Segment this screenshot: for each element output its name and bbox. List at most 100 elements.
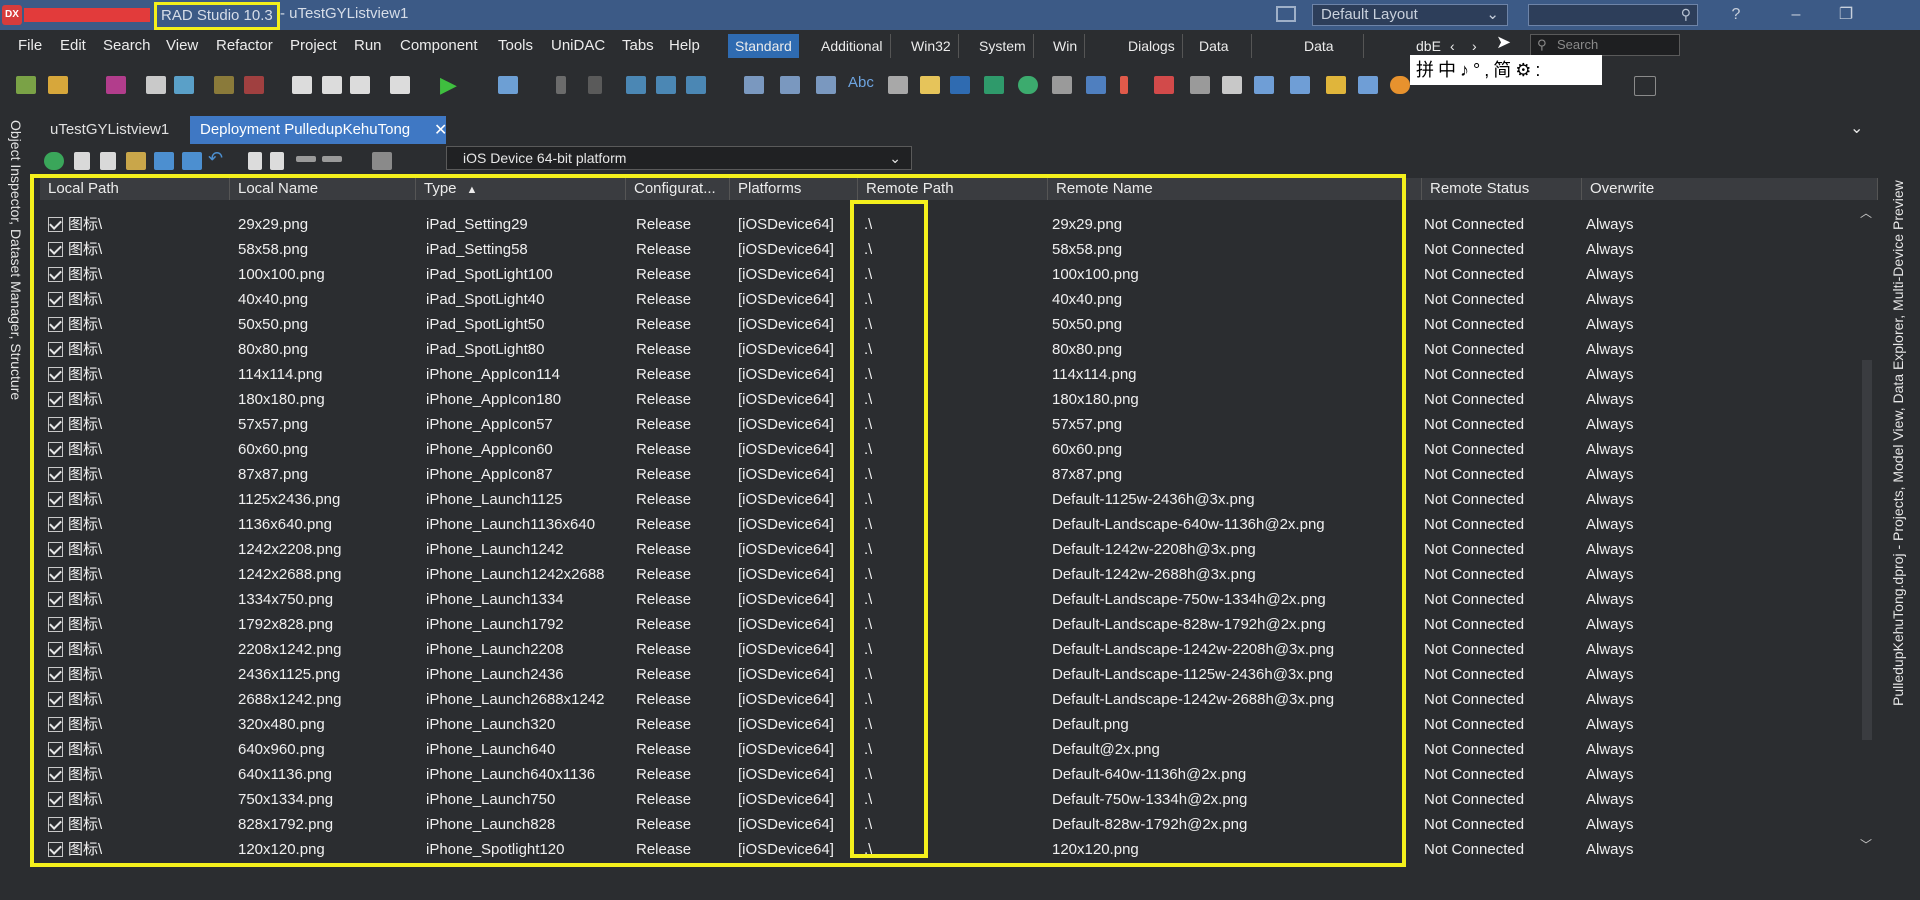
scroll-thumb[interactable] xyxy=(1862,360,1872,740)
help-button[interactable]: ? xyxy=(1716,4,1756,26)
row-checkbox[interactable] xyxy=(48,842,63,857)
save-all-icon[interactable] xyxy=(146,76,166,94)
palette-tab-data-access[interactable]: Data Access xyxy=(1192,34,1253,78)
col-overwrite[interactable]: Overwrite xyxy=(1582,178,1878,200)
row-checkbox[interactable] xyxy=(48,392,63,407)
row-checkbox[interactable] xyxy=(48,317,63,332)
menu-project[interactable]: Project xyxy=(290,30,337,62)
tab-utestgylistview1[interactable]: uTestGYListview1 xyxy=(40,116,179,144)
palette-tab-system[interactable]: System xyxy=(972,34,1034,58)
restore-button[interactable]: ❐ xyxy=(1826,4,1866,26)
radiobutton-component-icon[interactable] xyxy=(1018,76,1038,94)
ide-search-input[interactable]: ⚲ xyxy=(1528,4,1698,26)
table-row[interactable]: 图标\ 640x960.png iPhone_Launch640 Release [iO… xyxy=(40,737,1878,762)
run-icon[interactable]: ▶ xyxy=(440,72,457,98)
col-remote-status[interactable]: Remote Status xyxy=(1422,178,1582,200)
table-row[interactable]: 图标\ 100x100.png iPad_SpotLight100 Release [i… xyxy=(40,262,1878,287)
web-component-icon[interactable] xyxy=(1390,76,1410,94)
add-featured-files-icon[interactable] xyxy=(100,152,116,170)
checkbox-component-icon[interactable] xyxy=(984,76,1004,94)
cursor-component-icon[interactable] xyxy=(1326,76,1346,94)
open-icon[interactable] xyxy=(48,76,68,94)
col-type[interactable]: Type ▲ xyxy=(416,178,626,200)
palette-tab-win32[interactable]: Win32 xyxy=(904,34,959,58)
popupmenu-component-icon[interactable] xyxy=(816,76,836,94)
menu-run[interactable]: Run xyxy=(354,30,382,62)
col-remote-name[interactable]: Remote Name xyxy=(1048,178,1422,200)
toggle-form-unit-icon[interactable] xyxy=(322,76,342,94)
row-checkbox[interactable] xyxy=(48,542,63,557)
datasource-component-icon[interactable] xyxy=(1290,76,1310,94)
view-form-icon[interactable] xyxy=(350,76,370,94)
palette-tab-data-controls[interactable]: Data Controls xyxy=(1297,34,1365,78)
table-row[interactable]: 图标\ 1242x2208.png iPhone_Launch1242 Release… xyxy=(40,537,1878,562)
expand-icon[interactable] xyxy=(322,156,342,162)
table-row[interactable]: 图标\ 828x1792.png iPhone_Launch828 Release [i… xyxy=(40,812,1878,837)
table-row[interactable]: 图标\ 114x114.png iPhone_AppIcon114 Release [i… xyxy=(40,362,1878,387)
table-row[interactable]: 图标\ 1792x828.png iPhone_Launch1792 Release [… xyxy=(40,612,1878,637)
left-panel-label[interactable]: Object Inspector, Dataset Manager, Struc… xyxy=(4,120,24,420)
groupbox-component-icon[interactable] xyxy=(1154,76,1174,94)
table-row[interactable]: 图标\ 120x120.png iPhone_Spotlight120 Release… xyxy=(40,837,1878,862)
table-row[interactable]: 图标\ 2436x1125.png iPhone_Launch2436 Release… xyxy=(40,662,1878,687)
table-row[interactable]: 图标\ 2688x1242.png iPhone_Launch2688x1242 Re… xyxy=(40,687,1878,712)
row-checkbox[interactable] xyxy=(48,292,63,307)
panel-component-icon[interactable] xyxy=(1222,76,1242,94)
table-row[interactable]: 图标\ 1242x2688.png iPhone_Launch1242x2688 Re… xyxy=(40,562,1878,587)
row-checkbox[interactable] xyxy=(48,217,63,232)
menu-tools[interactable]: Tools xyxy=(498,30,533,62)
row-checkbox[interactable] xyxy=(48,517,63,532)
remote-status-icon[interactable] xyxy=(182,152,202,170)
col-local-name[interactable]: Local Name xyxy=(230,178,416,200)
add-to-project-icon[interactable] xyxy=(214,76,234,94)
extra-component-icon[interactable] xyxy=(1634,76,1656,96)
memo-component-icon[interactable] xyxy=(920,76,940,94)
menu-component[interactable]: Component xyxy=(400,30,478,62)
row-checkbox[interactable] xyxy=(48,792,63,807)
listbox-component-icon[interactable] xyxy=(1052,76,1072,94)
table-row[interactable]: 图标\ 1125x2436.png iPhone_Launch1125 Release… xyxy=(40,487,1878,512)
row-checkbox[interactable] xyxy=(48,767,63,782)
close-tab-icon[interactable]: ✕ xyxy=(434,120,447,140)
row-checkbox[interactable] xyxy=(48,667,63,682)
scroll-down-icon[interactable]: ﹀ xyxy=(1860,836,1872,853)
col-remote-path[interactable]: Remote Path xyxy=(858,178,1048,200)
palette-search-input[interactable]: ⚲ Search xyxy=(1530,34,1680,56)
row-checkbox[interactable] xyxy=(48,417,63,432)
combobox-component-icon[interactable] xyxy=(1086,76,1106,94)
scroll-up-icon[interactable]: ︿ xyxy=(1860,204,1872,221)
scrollbar-component-icon[interactable] xyxy=(1120,76,1128,94)
run-without-debug-icon[interactable] xyxy=(498,76,518,94)
row-checkbox[interactable] xyxy=(48,817,63,832)
stop-icon[interactable] xyxy=(588,76,602,94)
table-row[interactable]: 图标\ 640x1136.png iPhone_Launch640x1136 Rele… xyxy=(40,762,1878,787)
table-row[interactable]: 图标\ 50x50.png iPad_SpotLight50 Release [iOSD… xyxy=(40,312,1878,337)
table-row[interactable]: 图标\ 29x29.png iPad_Setting29 Release [iOSDev… xyxy=(40,212,1878,237)
row-checkbox[interactable] xyxy=(48,367,63,382)
row-checkbox[interactable] xyxy=(48,642,63,657)
menu-file[interactable]: File xyxy=(18,30,42,62)
view-unit-icon[interactable] xyxy=(390,76,410,94)
platform-selector[interactable]: iOS Device 64-bit platform ⌄ xyxy=(446,146,912,170)
revert-icon[interactable]: ↶ xyxy=(208,148,223,169)
radiogroup-component-icon[interactable] xyxy=(1190,76,1210,94)
menu-search[interactable]: Search xyxy=(103,30,151,62)
ime-toolbar[interactable]: 拼中♪°,简⚙: xyxy=(1410,55,1602,85)
menu-unidac[interactable]: UniDAC xyxy=(551,30,605,62)
table-row[interactable]: 图标\ 80x80.png iPad_SpotLight80 Release [iOSD… xyxy=(40,337,1878,362)
tab-deployment[interactable]: Deployment PulledupKehuTong xyxy=(190,116,447,144)
clientdataset-component-icon[interactable] xyxy=(1358,76,1378,94)
pause-icon[interactable] xyxy=(556,76,566,94)
row-checkbox[interactable] xyxy=(48,742,63,757)
step-over-icon[interactable] xyxy=(626,76,646,94)
add-files-icon[interactable] xyxy=(74,152,90,170)
edit-component-icon[interactable] xyxy=(888,76,908,94)
remove-from-project-icon[interactable] xyxy=(244,76,264,94)
row-checkbox[interactable] xyxy=(48,592,63,607)
table-row[interactable]: 图标\ 180x180.png iPhone_AppIcon180 Release [i… xyxy=(40,387,1878,412)
refresh-icon[interactable] xyxy=(44,152,64,170)
actionlist-component-icon[interactable] xyxy=(1254,76,1274,94)
collapse-icon[interactable] xyxy=(296,156,316,162)
folder-icon[interactable] xyxy=(372,152,392,170)
row-checkbox[interactable] xyxy=(48,342,63,357)
